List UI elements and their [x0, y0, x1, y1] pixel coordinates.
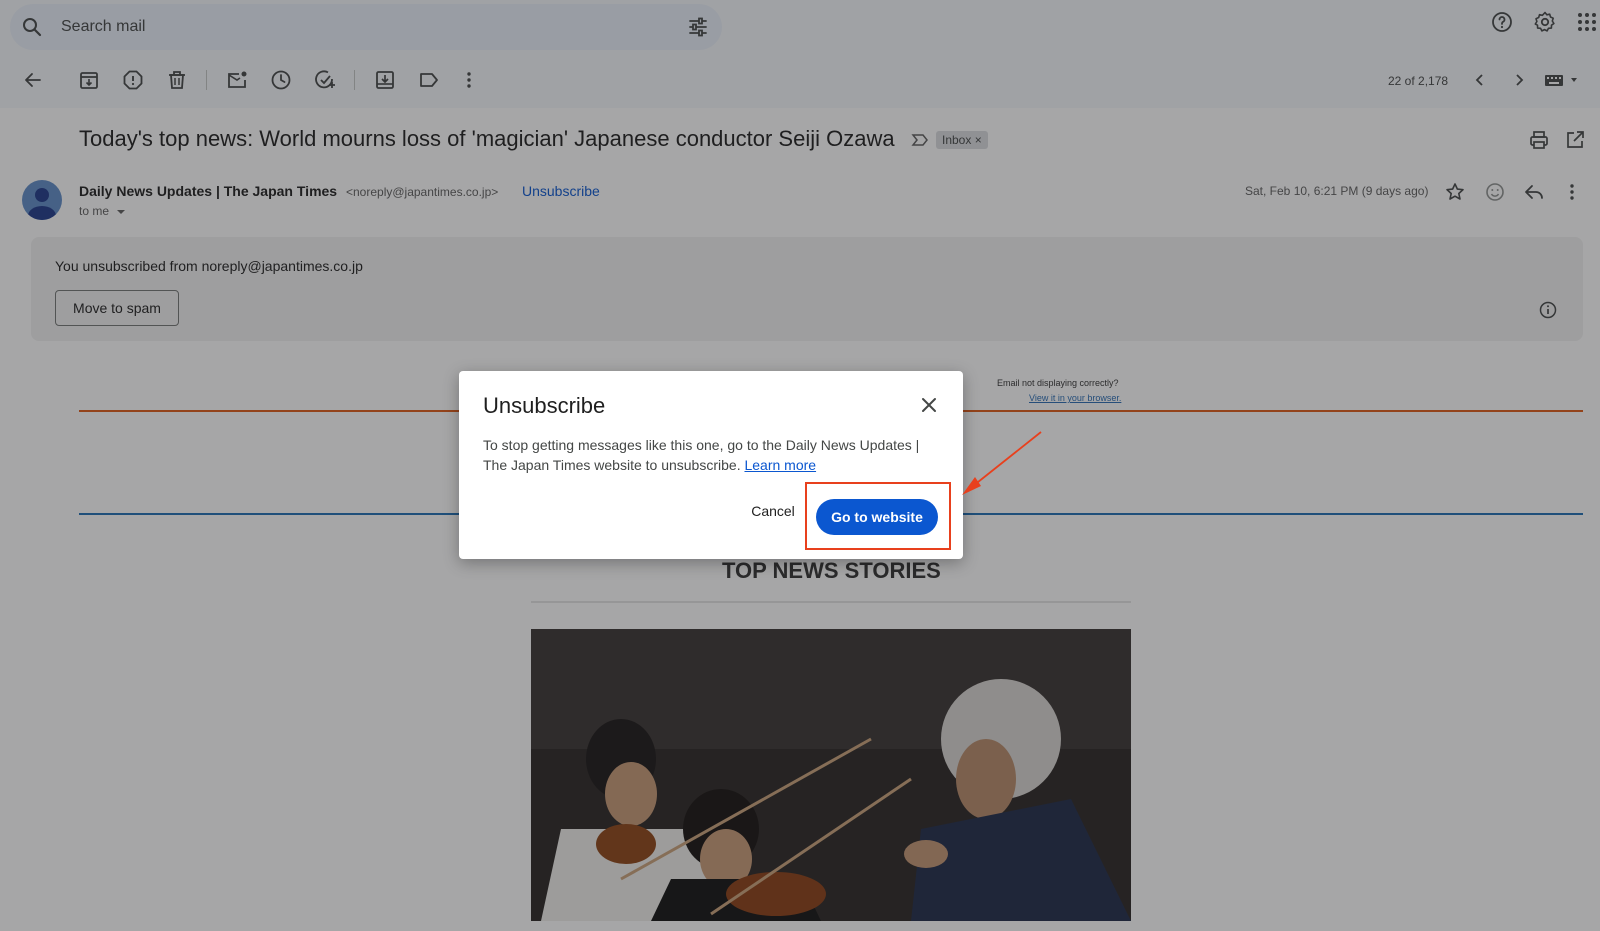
dialog-title: Unsubscribe	[483, 393, 606, 418]
gmail-app: Search mail 22 of 2,178 Today's top news…	[0, 0, 1600, 931]
learn-more-link[interactable]: Learn more	[744, 457, 816, 473]
dialog-message: To stop getting messages like this one, …	[483, 437, 920, 473]
close-icon[interactable]	[917, 393, 941, 417]
cancel-button[interactable]: Cancel	[737, 493, 809, 529]
annotation-highlight-box	[805, 482, 951, 550]
dialog-body: To stop getting messages like this one, …	[483, 435, 939, 475]
